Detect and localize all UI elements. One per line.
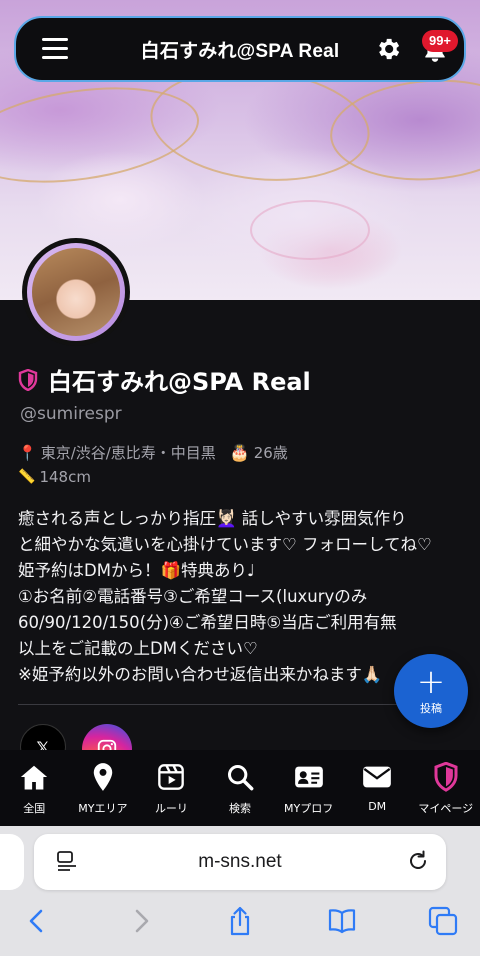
nav-label: MYプロフ [283, 802, 334, 815]
bottom-nav: 全国 MYエリア ルーリ 検索 MYプロフ DM マイページ [0, 750, 480, 826]
bio-line: ①お名前②電話番号③ご希望コース(luxuryのみ [18, 587, 368, 606]
profile-bio: 癒される声としっかり指圧💆🏻‍♀️ 話しやすい雰囲気作り と細やかな気遣いを心掛… [18, 506, 468, 688]
share-icon[interactable] [223, 904, 257, 938]
profile-age: 26歳 [253, 444, 288, 462]
bio-line: 60/90/120/150(分)④ご希望日時⑤当店ご利用有無 [18, 613, 397, 632]
mail-icon [362, 762, 392, 792]
id-card-icon [294, 762, 324, 792]
reload-icon[interactable] [406, 849, 430, 873]
bookmarks-icon[interactable] [325, 904, 359, 938]
bio-line: 癒される声としっかり指圧💆🏻‍♀️ 話しやすい雰囲気作り [18, 509, 407, 528]
bio-line: 姫予約はDMから！🎁特典あり♩ [18, 561, 255, 580]
nav-item-my-area[interactable]: MYエリア [69, 750, 138, 826]
ruler-icon: 📏 [18, 469, 36, 485]
nav-item-dm[interactable]: DM [343, 750, 412, 826]
profile-meta-row: 📍 東京/渋谷/恵比寿・中目黒 🎂 26歳 [18, 442, 288, 463]
nav-label: 全国 [23, 802, 46, 815]
nav-item-my-profile[interactable]: MYプロフ [274, 750, 343, 826]
previous-tab-preview[interactable] [0, 834, 24, 890]
birthday-cake-icon: 🎂 [229, 443, 250, 462]
tabs-icon[interactable] [426, 904, 460, 938]
profile-height: 148cm [39, 468, 91, 486]
plus-icon: + [416, 661, 446, 702]
nav-label: DM [368, 800, 387, 813]
avatar-photo [32, 248, 120, 336]
url-text: m-sns.net [198, 851, 282, 872]
new-post-label: 投稿 [420, 701, 442, 715]
avatar[interactable] [22, 238, 130, 346]
play-square-icon [156, 762, 186, 792]
nav-item-search[interactable]: 検索 [206, 750, 275, 826]
address-bar[interactable]: m-sns.net [34, 834, 446, 890]
new-post-button[interactable]: + 投稿 [394, 654, 468, 728]
profile-name: 白石すみれ@SPA Real [48, 368, 311, 396]
page-menu-icon[interactable] [56, 850, 78, 872]
profile-height-row: 📏 148cm [18, 468, 91, 486]
notification-badge: 99+ [422, 30, 458, 52]
nav-label: 検索 [229, 802, 252, 815]
hamburger-menu-icon[interactable] [42, 38, 68, 60]
bio-line: 以上をご記載の上DMください♡ [18, 639, 258, 658]
profile-location: 東京/渋谷/恵比寿・中目黒 [40, 444, 216, 462]
gear-icon[interactable] [374, 35, 402, 63]
header-title: 白石すみれ@SPA Real [140, 40, 340, 62]
location-pin-icon [88, 762, 118, 792]
back-icon[interactable] [20, 904, 54, 938]
nav-item-home[interactable]: 全国 [0, 750, 69, 826]
bio-line: と細やかな気遣いを心掛けています♡ フォローしてね♡ [18, 535, 432, 554]
nav-label: ルーリ [154, 802, 188, 815]
search-icon [225, 762, 255, 792]
nav-item-my-page[interactable]: マイページ [411, 750, 480, 826]
shield-icon [431, 762, 461, 792]
nav-label: マイページ [418, 802, 474, 815]
profile-handle: @sumirespr [20, 404, 122, 424]
home-icon [19, 762, 49, 792]
verified-shield-icon [18, 368, 38, 392]
nav-item-ruri[interactable]: ルーリ [137, 750, 206, 826]
location-pin-icon: 📍 [18, 443, 37, 462]
nav-label: MYエリア [78, 802, 128, 815]
forward-icon[interactable] [124, 904, 158, 938]
